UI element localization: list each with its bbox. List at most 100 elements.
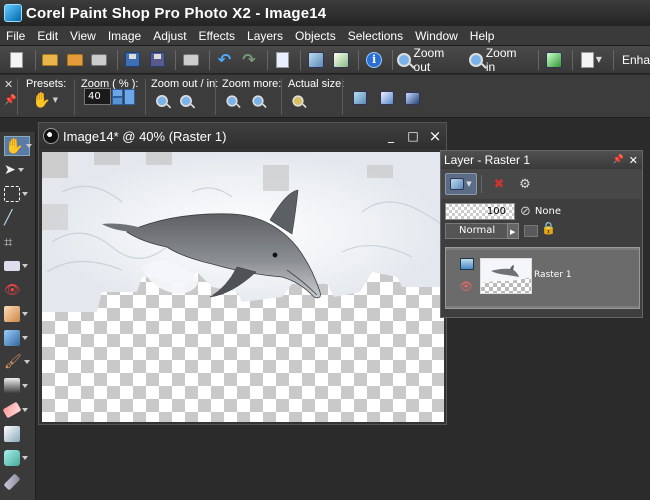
options-separator	[17, 79, 18, 115]
presets-button[interactable]: ✋ ▼	[30, 91, 60, 109]
blend-mode-dropdown-arrow[interactable]: ▶	[507, 223, 519, 239]
close-button[interactable]: ×	[424, 127, 446, 145]
zoom-in-button[interactable]: Zoom in	[469, 46, 528, 74]
red-eye-tool[interactable]: 👁	[4, 280, 30, 300]
layer-properties-button[interactable]: ⚙	[512, 173, 538, 195]
zoom-spin-down[interactable]	[112, 97, 123, 105]
fit-image-button[interactable]	[377, 89, 397, 107]
selection-tool[interactable]	[4, 184, 30, 204]
image-canvas[interactable]	[42, 152, 444, 422]
options-separator	[74, 79, 75, 115]
layer-toolbar: ▼ ✖ ⚙	[441, 169, 642, 199]
menu-selections[interactable]: Selections	[342, 27, 409, 45]
save-button[interactable]	[122, 49, 144, 71]
enhance-menu-label[interactable]: Enha	[622, 53, 650, 67]
zoom-percent-input[interactable]: 40	[84, 88, 111, 105]
zoom-out-button[interactable]: Zoom out	[396, 45, 463, 74]
new-layer-button[interactable]	[272, 49, 294, 71]
new-layer-dropdown-button[interactable]: ▼	[445, 173, 477, 195]
document-icon	[43, 128, 59, 144]
menu-help[interactable]: Help	[464, 27, 501, 45]
menu-window[interactable]: Window	[409, 27, 464, 45]
zoom-spin-slider[interactable]	[124, 89, 135, 105]
minimize-button[interactable]: _	[380, 129, 402, 143]
pick-tool[interactable]: ➤	[4, 160, 30, 180]
zoom-more-in-button[interactable]	[248, 92, 268, 110]
makeover-tool[interactable]	[4, 304, 30, 324]
menu-adjust[interactable]: Adjust	[147, 27, 192, 45]
lock-transparency-button[interactable]	[524, 225, 538, 237]
pin-icon[interactable]: 📌	[4, 95, 16, 106]
lighten-darken-tool[interactable]	[4, 376, 30, 396]
fit-window-icon	[353, 91, 367, 105]
palettes-icon	[332, 51, 349, 68]
layer-palette-titlebar[interactable]: Layer - Raster 1 📌 ✕	[441, 151, 642, 169]
layer-row[interactable]: 👁 Raster 1	[446, 250, 639, 306]
toolbar-separator	[612, 49, 614, 70]
blend-range-button[interactable]: ⊘ None	[520, 203, 590, 220]
clipboard-button[interactable]: ▼	[577, 49, 606, 71]
printer-icon	[182, 53, 199, 66]
close-icon[interactable]: ✕	[4, 78, 13, 91]
menu-image[interactable]: Image	[102, 27, 147, 45]
layer-thumbnail-image	[481, 259, 531, 283]
presets-label: Presets:	[26, 78, 67, 90]
browse-button[interactable]	[64, 49, 86, 71]
zoom-out-option-button[interactable]	[152, 92, 172, 110]
menu-layers[interactable]: Layers	[241, 27, 289, 45]
toolbar-separator	[300, 49, 302, 70]
save-as-button[interactable]	[147, 49, 169, 71]
browser-button[interactable]	[305, 49, 327, 71]
image-window-titlebar[interactable]: Image14* @ 40% (Raster 1) _ □ ×	[39, 123, 446, 149]
window-title: Corel Paint Shop Pro Photo X2 - Image14	[26, 4, 327, 22]
zoom-out-label: Zoom out	[413, 45, 445, 74]
menu-objects[interactable]: Objects	[289, 27, 342, 45]
pen-tool[interactable]	[3, 472, 30, 492]
actual-size-button[interactable]	[288, 92, 308, 110]
redo-button[interactable]: ↷	[238, 49, 260, 71]
menu-view[interactable]: View	[64, 27, 102, 45]
crop-tool[interactable]: ⌗	[4, 232, 30, 252]
clone-brush-tool[interactable]	[4, 328, 30, 348]
layer-palette-title: Layer - Raster 1	[444, 153, 531, 167]
palettes-button[interactable]	[330, 49, 352, 71]
eraser-tool[interactable]	[2, 400, 30, 420]
zoom-out-in-label: Zoom out / in:	[151, 78, 219, 90]
open-button[interactable]	[40, 49, 62, 71]
undo-button[interactable]: ↶	[214, 49, 236, 71]
options-separator	[215, 79, 216, 115]
info-button[interactable]: i	[363, 49, 385, 71]
zoom-in-option-button[interactable]	[176, 92, 196, 110]
options-separator	[145, 79, 146, 115]
pan-tool[interactable]: ✋	[4, 136, 32, 156]
zoom-more-label: Zoom more:	[222, 78, 282, 90]
dolphin-photo	[42, 152, 444, 312]
shapes-tool[interactable]	[4, 448, 30, 468]
dropper-tool[interactable]: ╱	[4, 208, 30, 228]
clone-brush-icon	[4, 330, 20, 346]
scan-button[interactable]	[89, 49, 111, 71]
delete-layer-button[interactable]: ✖	[486, 173, 512, 195]
fit-window-button[interactable]	[350, 89, 370, 107]
eyedropper-icon: ╱	[4, 210, 13, 226]
straighten-tool[interactable]	[4, 256, 30, 276]
visibility-eye-icon[interactable]: 👁	[459, 280, 473, 293]
maximize-button[interactable]: □	[402, 129, 424, 143]
menu-edit[interactable]: Edit	[31, 27, 64, 45]
zoom-more-out-button[interactable]	[222, 92, 242, 110]
paint-brush-tool[interactable]: 🖌	[4, 352, 30, 372]
pin-icon[interactable]: 📌	[613, 155, 624, 165]
new-button[interactable]	[6, 49, 28, 71]
link-icon: ⊘	[520, 204, 531, 219]
export-button[interactable]	[543, 49, 565, 71]
fit-screen-button[interactable]	[402, 89, 422, 107]
lock-icon[interactable]: 🔒	[541, 221, 556, 235]
close-icon[interactable]: ✕	[629, 154, 638, 167]
blend-mode-select[interactable]: Normal	[445, 223, 511, 239]
menu-file[interactable]: File	[0, 27, 31, 45]
menu-effects[interactable]: Effects	[193, 27, 241, 45]
zoom-spin-up[interactable]	[112, 89, 123, 97]
flood-fill-tool[interactable]	[4, 424, 30, 444]
print-button[interactable]	[180, 49, 202, 71]
layer-opacity-field[interactable]: 100	[445, 203, 515, 220]
